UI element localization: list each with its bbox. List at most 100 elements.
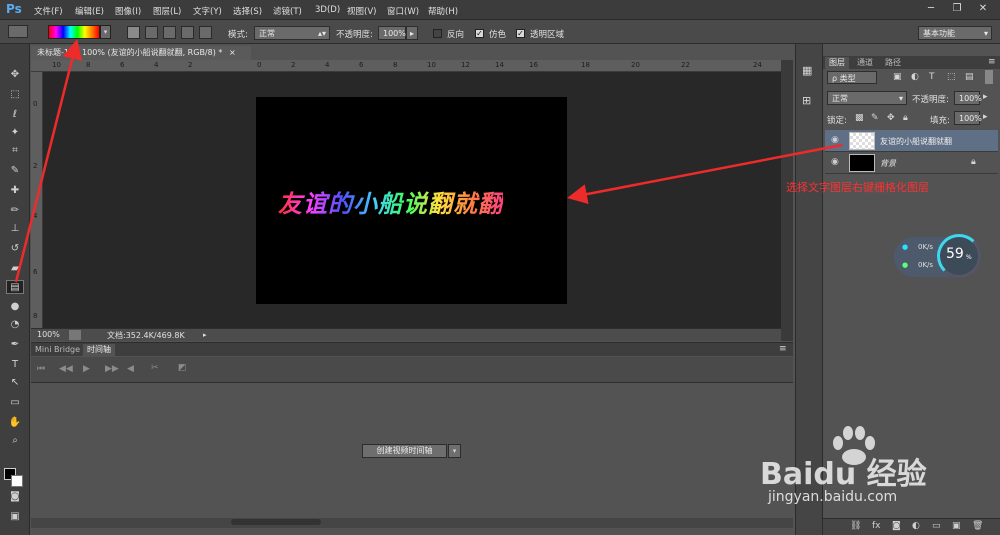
dodge-tool-icon[interactable]: ◔: [6, 318, 24, 332]
blend-mode-select[interactable]: 正常 ▾: [827, 91, 907, 105]
layer-row[interactable]: ◉ 友谊的小船说翻就翻: [825, 130, 998, 152]
filter-smart-icon[interactable]: ▤: [965, 72, 974, 82]
move-tool-icon[interactable]: ✥: [6, 68, 24, 82]
restore-icon[interactable]: ❐: [944, 1, 970, 17]
lock-position-icon[interactable]: ✥: [887, 113, 895, 123]
create-video-timeline-button[interactable]: 创建视频时间轴: [362, 444, 447, 458]
magic-wand-tool-icon[interactable]: ✦: [6, 126, 24, 140]
layer-row[interactable]: ◉ 背景 🔒︎: [825, 152, 998, 174]
menu-window[interactable]: 窗口(W): [387, 5, 419, 17]
canvas-text-layer[interactable]: 友谊的小船说翻就翻: [278, 184, 503, 219]
layer-name[interactable]: 友谊的小船说翻就翻: [880, 136, 952, 147]
document-tab[interactable]: 未标题-1 @ 100% (友谊的小船说翻就翻, RGB/8) * ×: [31, 46, 251, 60]
path-selection-tool-icon[interactable]: ↖: [6, 376, 24, 390]
menu-edit[interactable]: 编辑(E): [75, 5, 104, 17]
tab-mini-bridge[interactable]: Mini Bridge: [31, 344, 84, 356]
layer-filter-select[interactable]: ρ 类型: [827, 71, 877, 84]
hand-tool-icon[interactable]: ✋: [6, 416, 24, 430]
minimize-icon[interactable]: ─: [918, 1, 944, 17]
type-tool-icon[interactable]: T: [6, 358, 24, 372]
clone-stamp-tool-icon[interactable]: ⊥: [6, 222, 24, 236]
visibility-eye-icon[interactable]: ◉: [831, 157, 839, 167]
menu-help[interactable]: 帮助(H): [428, 5, 458, 17]
eyedropper-tool-icon[interactable]: ✎: [6, 164, 24, 178]
audio-icon[interactable]: ◀: [127, 364, 134, 374]
lock-all-icon[interactable]: 🔒︎: [903, 113, 908, 123]
tab-paths[interactable]: 路径: [881, 57, 905, 69]
opacity-input[interactable]: 100%: [378, 26, 406, 40]
new-layer-icon[interactable]: ▣: [952, 521, 961, 531]
close-icon[interactable]: ✕: [970, 1, 996, 17]
tab-layers[interactable]: 图层: [825, 57, 849, 69]
fill-arrow-icon[interactable]: ▸: [983, 112, 988, 122]
menu-file[interactable]: 文件(F): [34, 5, 63, 17]
menu-layer[interactable]: 图层(L): [153, 5, 181, 17]
pen-tool-icon[interactable]: ✒: [6, 338, 24, 352]
properties-panel-icon[interactable]: ⊞: [802, 94, 811, 107]
gradient-picker-arrow-icon[interactable]: ▾: [100, 25, 111, 39]
go-to-first-frame-icon[interactable]: ⏮: [37, 364, 45, 374]
history-panel-icon[interactable]: ▦: [802, 64, 812, 77]
menu-3d[interactable]: 3D(D): [315, 5, 340, 15]
gradient-tool-icon[interactable]: ▤: [6, 280, 24, 294]
transparency-checkbox[interactable]: ✓: [516, 29, 525, 38]
reverse-checkbox[interactable]: [433, 29, 442, 38]
lock-transparent-icon[interactable]: ▩: [855, 113, 864, 123]
healing-brush-tool-icon[interactable]: ✚: [6, 184, 24, 198]
fx-icon[interactable]: fx: [872, 521, 881, 531]
eraser-tool-icon[interactable]: ▰: [6, 262, 24, 276]
diamond-gradient-icon[interactable]: [199, 26, 212, 39]
brush-tool-icon[interactable]: ✏: [6, 204, 24, 218]
tab-channels[interactable]: 通道: [853, 57, 877, 69]
menu-view[interactable]: 视图(V): [347, 5, 376, 17]
layer-name[interactable]: 背景: [880, 158, 896, 169]
rectangle-tool-icon[interactable]: ▭: [6, 396, 24, 410]
link-layers-icon[interactable]: ⛓: [850, 521, 861, 531]
zoom-level[interactable]: 100%: [37, 330, 60, 339]
previous-frame-icon[interactable]: ◀◀: [59, 364, 73, 374]
add-mask-icon[interactable]: ◙: [892, 521, 901, 531]
quick-mask-icon[interactable]: ◙: [6, 490, 24, 504]
panel-menu-icon[interactable]: ≡: [779, 344, 787, 354]
fill-input[interactable]: 100%: [954, 111, 982, 125]
status-arrow-icon[interactable]: ▸: [203, 331, 207, 339]
tab-timeline[interactable]: 时间轴: [83, 344, 115, 356]
tab-close-icon[interactable]: ×: [229, 48, 236, 57]
filter-toggle[interactable]: [985, 70, 993, 84]
menu-image[interactable]: 图像(I): [115, 5, 141, 17]
filter-shape-icon[interactable]: ⬚: [947, 72, 956, 82]
menu-select[interactable]: 选择(S): [233, 5, 262, 17]
tool-preset-icon[interactable]: [8, 25, 28, 38]
next-frame-icon[interactable]: ▶▶: [105, 364, 119, 374]
reflected-gradient-icon[interactable]: [181, 26, 194, 39]
radial-gradient-icon[interactable]: [145, 26, 158, 39]
filter-pixel-icon[interactable]: ▣: [893, 72, 902, 82]
lock-pixels-icon[interactable]: ✎: [871, 113, 879, 123]
blur-tool-icon[interactable]: ●: [6, 300, 24, 314]
play-icon[interactable]: ▶: [83, 364, 90, 374]
new-group-icon[interactable]: ▭: [932, 521, 941, 531]
adjustment-layer-icon[interactable]: ◐: [912, 521, 920, 531]
vertical-scrollbar[interactable]: [781, 60, 793, 341]
filter-adjust-icon[interactable]: ◐: [911, 72, 919, 82]
history-brush-tool-icon[interactable]: ↺: [6, 242, 24, 256]
trash-icon[interactable]: 🗑︎: [972, 521, 983, 531]
split-icon[interactable]: ✂: [151, 363, 159, 373]
gradient-swatch[interactable]: [48, 25, 100, 39]
zoom-slider[interactable]: [231, 519, 321, 525]
chevron-down-icon[interactable]: ▾: [448, 444, 461, 458]
status-menu-icon[interactable]: [69, 330, 81, 340]
network-speed-widget[interactable]: ● 0K/s ● 0K/s 59 %: [894, 233, 981, 281]
background-color-swatch[interactable]: [11, 475, 23, 487]
opacity-arrow-icon[interactable]: ▸: [983, 92, 988, 102]
dither-checkbox[interactable]: ✓: [475, 29, 484, 38]
marquee-tool-icon[interactable]: ⬚: [6, 88, 24, 102]
menu-type[interactable]: 文字(Y): [193, 5, 222, 17]
opacity-arrow-icon[interactable]: ▸: [406, 26, 418, 40]
linear-gradient-icon[interactable]: [127, 26, 140, 39]
menu-filter[interactable]: 滤镜(T): [273, 5, 302, 17]
screen-mode-icon[interactable]: ▣: [6, 510, 24, 524]
visibility-eye-icon[interactable]: ◉: [831, 135, 839, 145]
workspace-select[interactable]: 基本功能 ▾: [918, 26, 992, 40]
crop-tool-icon[interactable]: ⌗: [6, 144, 24, 158]
